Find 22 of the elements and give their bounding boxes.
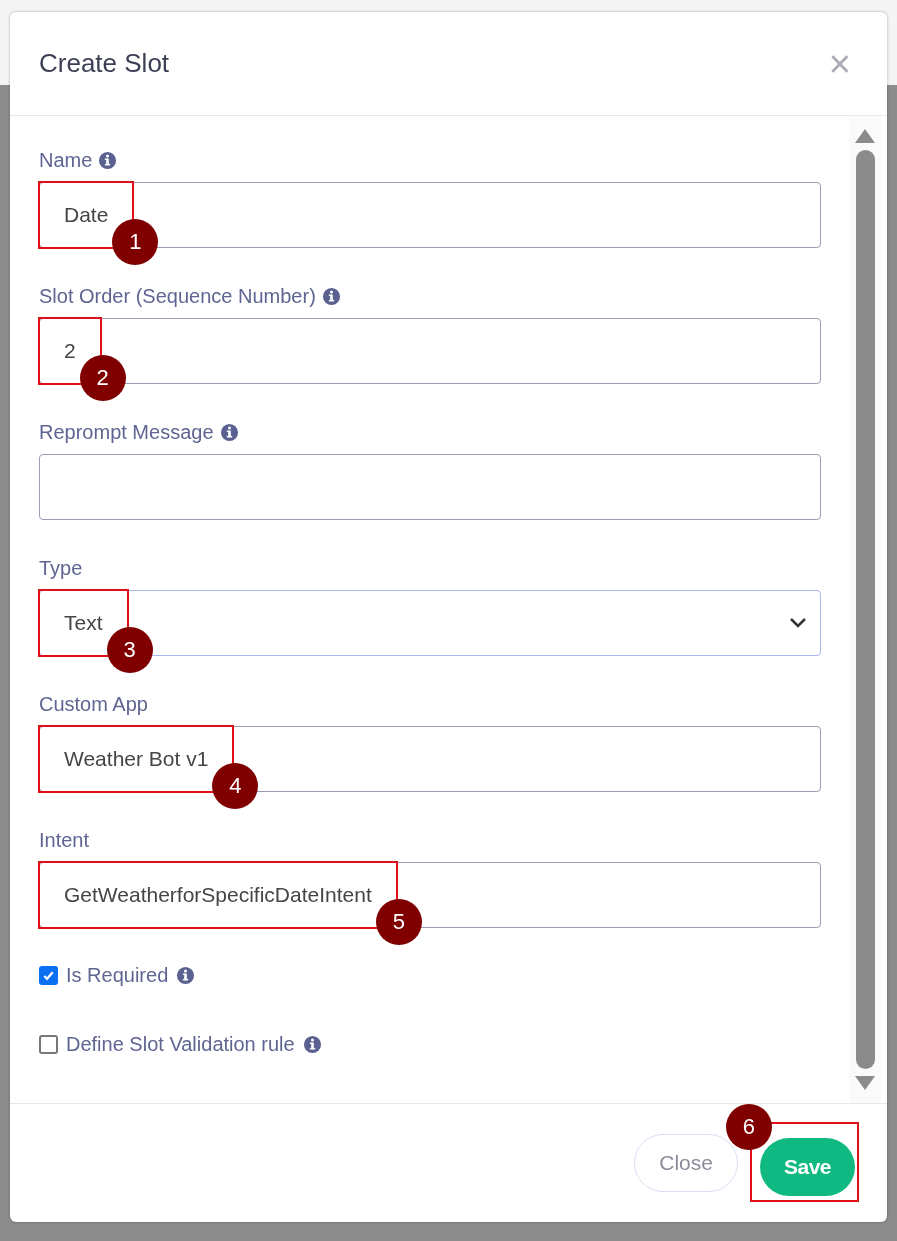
callout-number: 5 [375,899,422,945]
checkbox[interactable] [39,966,58,985]
dialog-title: Create Slot [39,48,170,79]
scrollbar[interactable] [849,116,881,1103]
callout-number: 1 [112,219,159,265]
field-label: Slot Order (Sequence Number) [39,284,316,308]
field-label: Name [39,148,93,172]
callout-number: 3 [106,627,153,673]
chevron-down-icon [788,617,808,629]
callout-number: 2 [79,355,126,401]
checkbox-label: Define Slot Validation rule [66,1033,295,1056]
field-label: Reprompt Message [39,420,214,444]
input-field[interactable] [39,454,821,520]
field-label: Type [39,556,83,580]
field-label: Intent [39,828,90,852]
checkbox-label: Is Required [66,964,169,987]
callout-number: 6 [725,1104,772,1150]
checkbox[interactable] [39,1035,58,1054]
callout-number: 4 [212,763,259,809]
field-label: Custom App [39,692,148,716]
scroll-up-icon[interactable] [854,128,876,144]
scroll-down-icon[interactable] [854,1075,876,1091]
